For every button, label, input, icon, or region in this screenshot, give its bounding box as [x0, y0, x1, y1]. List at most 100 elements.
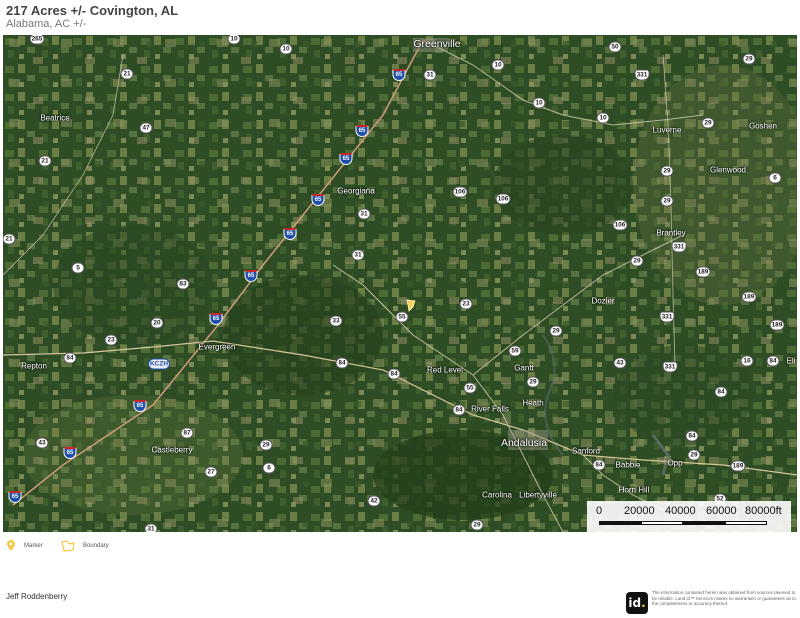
- highway-shield: 106: [495, 193, 511, 205]
- highway-shield: 84: [685, 430, 699, 442]
- highway-shield: 33: [329, 315, 343, 327]
- highway-shield: 83: [176, 278, 190, 290]
- highway-shield: 21: [38, 155, 52, 167]
- highway-shield: 29: [470, 519, 484, 531]
- city-label: Heath: [522, 398, 544, 408]
- highway-shield: 189: [730, 460, 746, 472]
- highway-shield: 84: [714, 386, 728, 398]
- highway-shield: 23: [104, 334, 118, 346]
- land-id-logo: id.: [626, 592, 648, 614]
- highway-shield: 106: [452, 186, 468, 198]
- highway-shield: 84: [387, 368, 401, 380]
- city-label: Dozier: [591, 296, 615, 306]
- city-label: Castleberry: [151, 445, 193, 455]
- highway-shield: 29: [660, 195, 674, 207]
- highway-shield: 265: [29, 35, 45, 45]
- city-label: Babbie: [615, 460, 641, 470]
- highway-shield: 31: [144, 523, 158, 532]
- city-label: Opp: [667, 458, 683, 468]
- highway-shield: 84: [335, 357, 349, 369]
- highway-shield: 29: [701, 117, 715, 129]
- city-label: Carolina: [482, 490, 512, 500]
- city-label: Horn Hill: [618, 485, 650, 495]
- highway-shield: 43: [35, 437, 49, 449]
- highway-shield: 29: [549, 325, 563, 337]
- city-label: Repton: [21, 361, 47, 371]
- highway-shield: 5: [71, 262, 85, 274]
- highway-shield: 10: [491, 59, 505, 71]
- highway-shield: 42: [367, 495, 381, 507]
- scale-segment: [599, 521, 641, 525]
- highway-shield: 29: [630, 255, 644, 267]
- highway-shield: 189: [741, 291, 757, 303]
- page-subtitle: Alabama, AC +/-: [6, 18, 87, 30]
- city-label: Goshen: [748, 121, 778, 131]
- highway-shield: 10: [227, 35, 241, 45]
- highway-shield: 31: [351, 249, 365, 261]
- highway-shield: 29: [687, 449, 701, 461]
- highway-shield: 27: [204, 466, 218, 478]
- highway-shield: 10: [596, 112, 610, 124]
- highway-shield: 84: [766, 355, 780, 367]
- city-label: Luverne: [652, 125, 682, 135]
- city-label: Evergreen: [198, 342, 236, 352]
- highway-shield: 331: [662, 361, 678, 373]
- scale-label: 80000ft: [745, 505, 782, 517]
- highway-shield: 106: [612, 219, 628, 231]
- scale-label: 60000: [706, 505, 737, 517]
- city-label: River Falls: [471, 404, 509, 414]
- highway-shield: 331: [671, 241, 687, 253]
- city-label: Red Level: [426, 365, 464, 375]
- city-label: Libertyville: [519, 490, 557, 500]
- scale-label: 0: [596, 505, 603, 517]
- highway-shield: 84: [63, 352, 77, 364]
- highway-shield: 87: [180, 427, 194, 439]
- highway-shield: 21: [120, 68, 134, 80]
- highway-shield: 31: [423, 69, 437, 81]
- airport-marker: KCZH: [147, 358, 171, 370]
- scale-bar: 0 20000 40000 60000 80000ft: [587, 501, 791, 532]
- highway-shield: 23: [459, 298, 473, 310]
- highway-shield: 331: [634, 69, 650, 81]
- disclaimer-text: The information contained herein was obt…: [652, 590, 796, 606]
- highway-shield: 31: [357, 208, 371, 220]
- highway-shield: 29: [259, 439, 273, 451]
- highway-shield: 331: [659, 311, 675, 323]
- scale-segment: [683, 521, 725, 525]
- page-title: 217 Acres +/- Covington, AL: [6, 3, 179, 18]
- highway-shield: 10: [532, 97, 546, 109]
- legend-marker-label: Marker: [24, 543, 43, 549]
- property-marker-icon[interactable]: [405, 299, 417, 313]
- highway-shield: 10: [279, 43, 293, 55]
- scale-segment: [641, 521, 683, 525]
- highway-shield: 20: [150, 317, 164, 329]
- city-label: Sanford: [571, 446, 601, 456]
- city-label: Gantt: [514, 363, 534, 373]
- highway-shield: 189: [769, 319, 785, 331]
- highway-shield: 21: [3, 233, 16, 245]
- scale-label: 40000: [665, 505, 696, 517]
- satellite-map[interactable]: Greenville Beatrice Luverne Goshen Georg…: [3, 35, 797, 532]
- highway-shield: 29: [742, 53, 756, 65]
- city-label: Georgiana: [337, 186, 375, 196]
- map-terrain: [3, 35, 797, 532]
- city-label: Brantley: [656, 228, 686, 238]
- highway-shield: 6: [262, 462, 276, 474]
- logo-text: id: [628, 596, 642, 610]
- scale-label: 20000: [624, 505, 655, 517]
- highway-shield: 6: [768, 172, 782, 184]
- highway-shield: 50: [608, 41, 622, 53]
- city-label: Eli: [786, 356, 796, 366]
- marker-pin-icon: [7, 540, 15, 551]
- highway-shield: 59: [508, 345, 522, 357]
- highway-shield: 189: [695, 266, 711, 278]
- city-label: Glenwood: [709, 165, 747, 175]
- highway-shield: 47: [139, 122, 153, 134]
- city-label: Beatrice: [40, 113, 70, 123]
- city-label: Andalusia: [500, 437, 548, 449]
- highway-shield: 84: [452, 404, 466, 416]
- boundary-polygon-icon: [61, 540, 75, 552]
- highway-shield: 55: [463, 382, 477, 394]
- highway-shield: 29: [526, 376, 540, 388]
- agent-name: Jeff Roddenberry: [6, 592, 68, 601]
